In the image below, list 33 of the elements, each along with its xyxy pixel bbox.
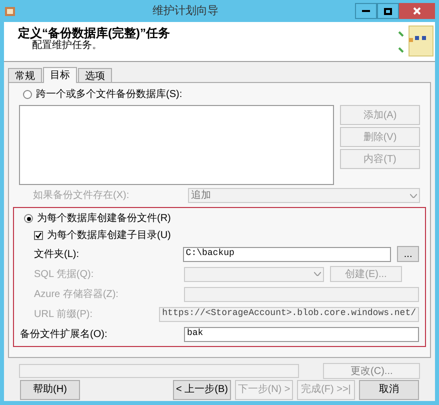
button[interactable]: 取消 [359,380,419,400]
checkbox[interactable] [34,231,43,240]
chevron-down-icon [314,272,321,276]
radio-button[interactable] [24,214,33,223]
text-field[interactable]: bak [184,326,419,342]
tab[interactable]: 选项 [78,68,112,82]
button[interactable]: 帮助(H) [20,380,80,400]
close-icon [413,7,421,15]
field-label: 如果备份文件存在(X): [33,188,130,203]
field-label: SQL 凭据(Q): [34,268,95,282]
close-button[interactable] [399,3,435,19]
button[interactable]: ... [397,246,419,262]
page-subtitle: 配置维护任务。 [31,40,103,52]
tab[interactable]: 常规 [8,68,42,82]
field-label: Azure 存储容器(Z): [34,288,120,302]
field-label: 备份文件扩展名(O): [20,328,108,342]
field-label: 文件夹(L): [34,248,80,262]
maximize-button[interactable] [377,3,399,19]
radio-label: 为每个数据库创建备份文件(R) [37,212,171,226]
field-label: URL 前缀(P): [34,308,94,322]
button[interactable]: < 上一步(B) [173,380,231,400]
radio-button[interactable] [23,90,32,99]
checkbox-label: 为每个数据库创建子目录(U) [47,228,171,243]
page-title: 定义“备份数据库(完整)”任务 [18,26,170,40]
app-icon [4,5,16,17]
window-title: 维护计划向导 [152,4,218,19]
file-list[interactable] [19,105,334,185]
button[interactable]: 更改(C)... [323,363,420,379]
text-field[interactable]: C:\backup [182,246,392,262]
tab[interactable]: 目标 [43,67,77,83]
chevron-down-icon [410,194,417,198]
radio-label: 跨一个或多个文件备份数据库(S): [36,88,182,102]
minimize-button[interactable] [355,3,377,19]
